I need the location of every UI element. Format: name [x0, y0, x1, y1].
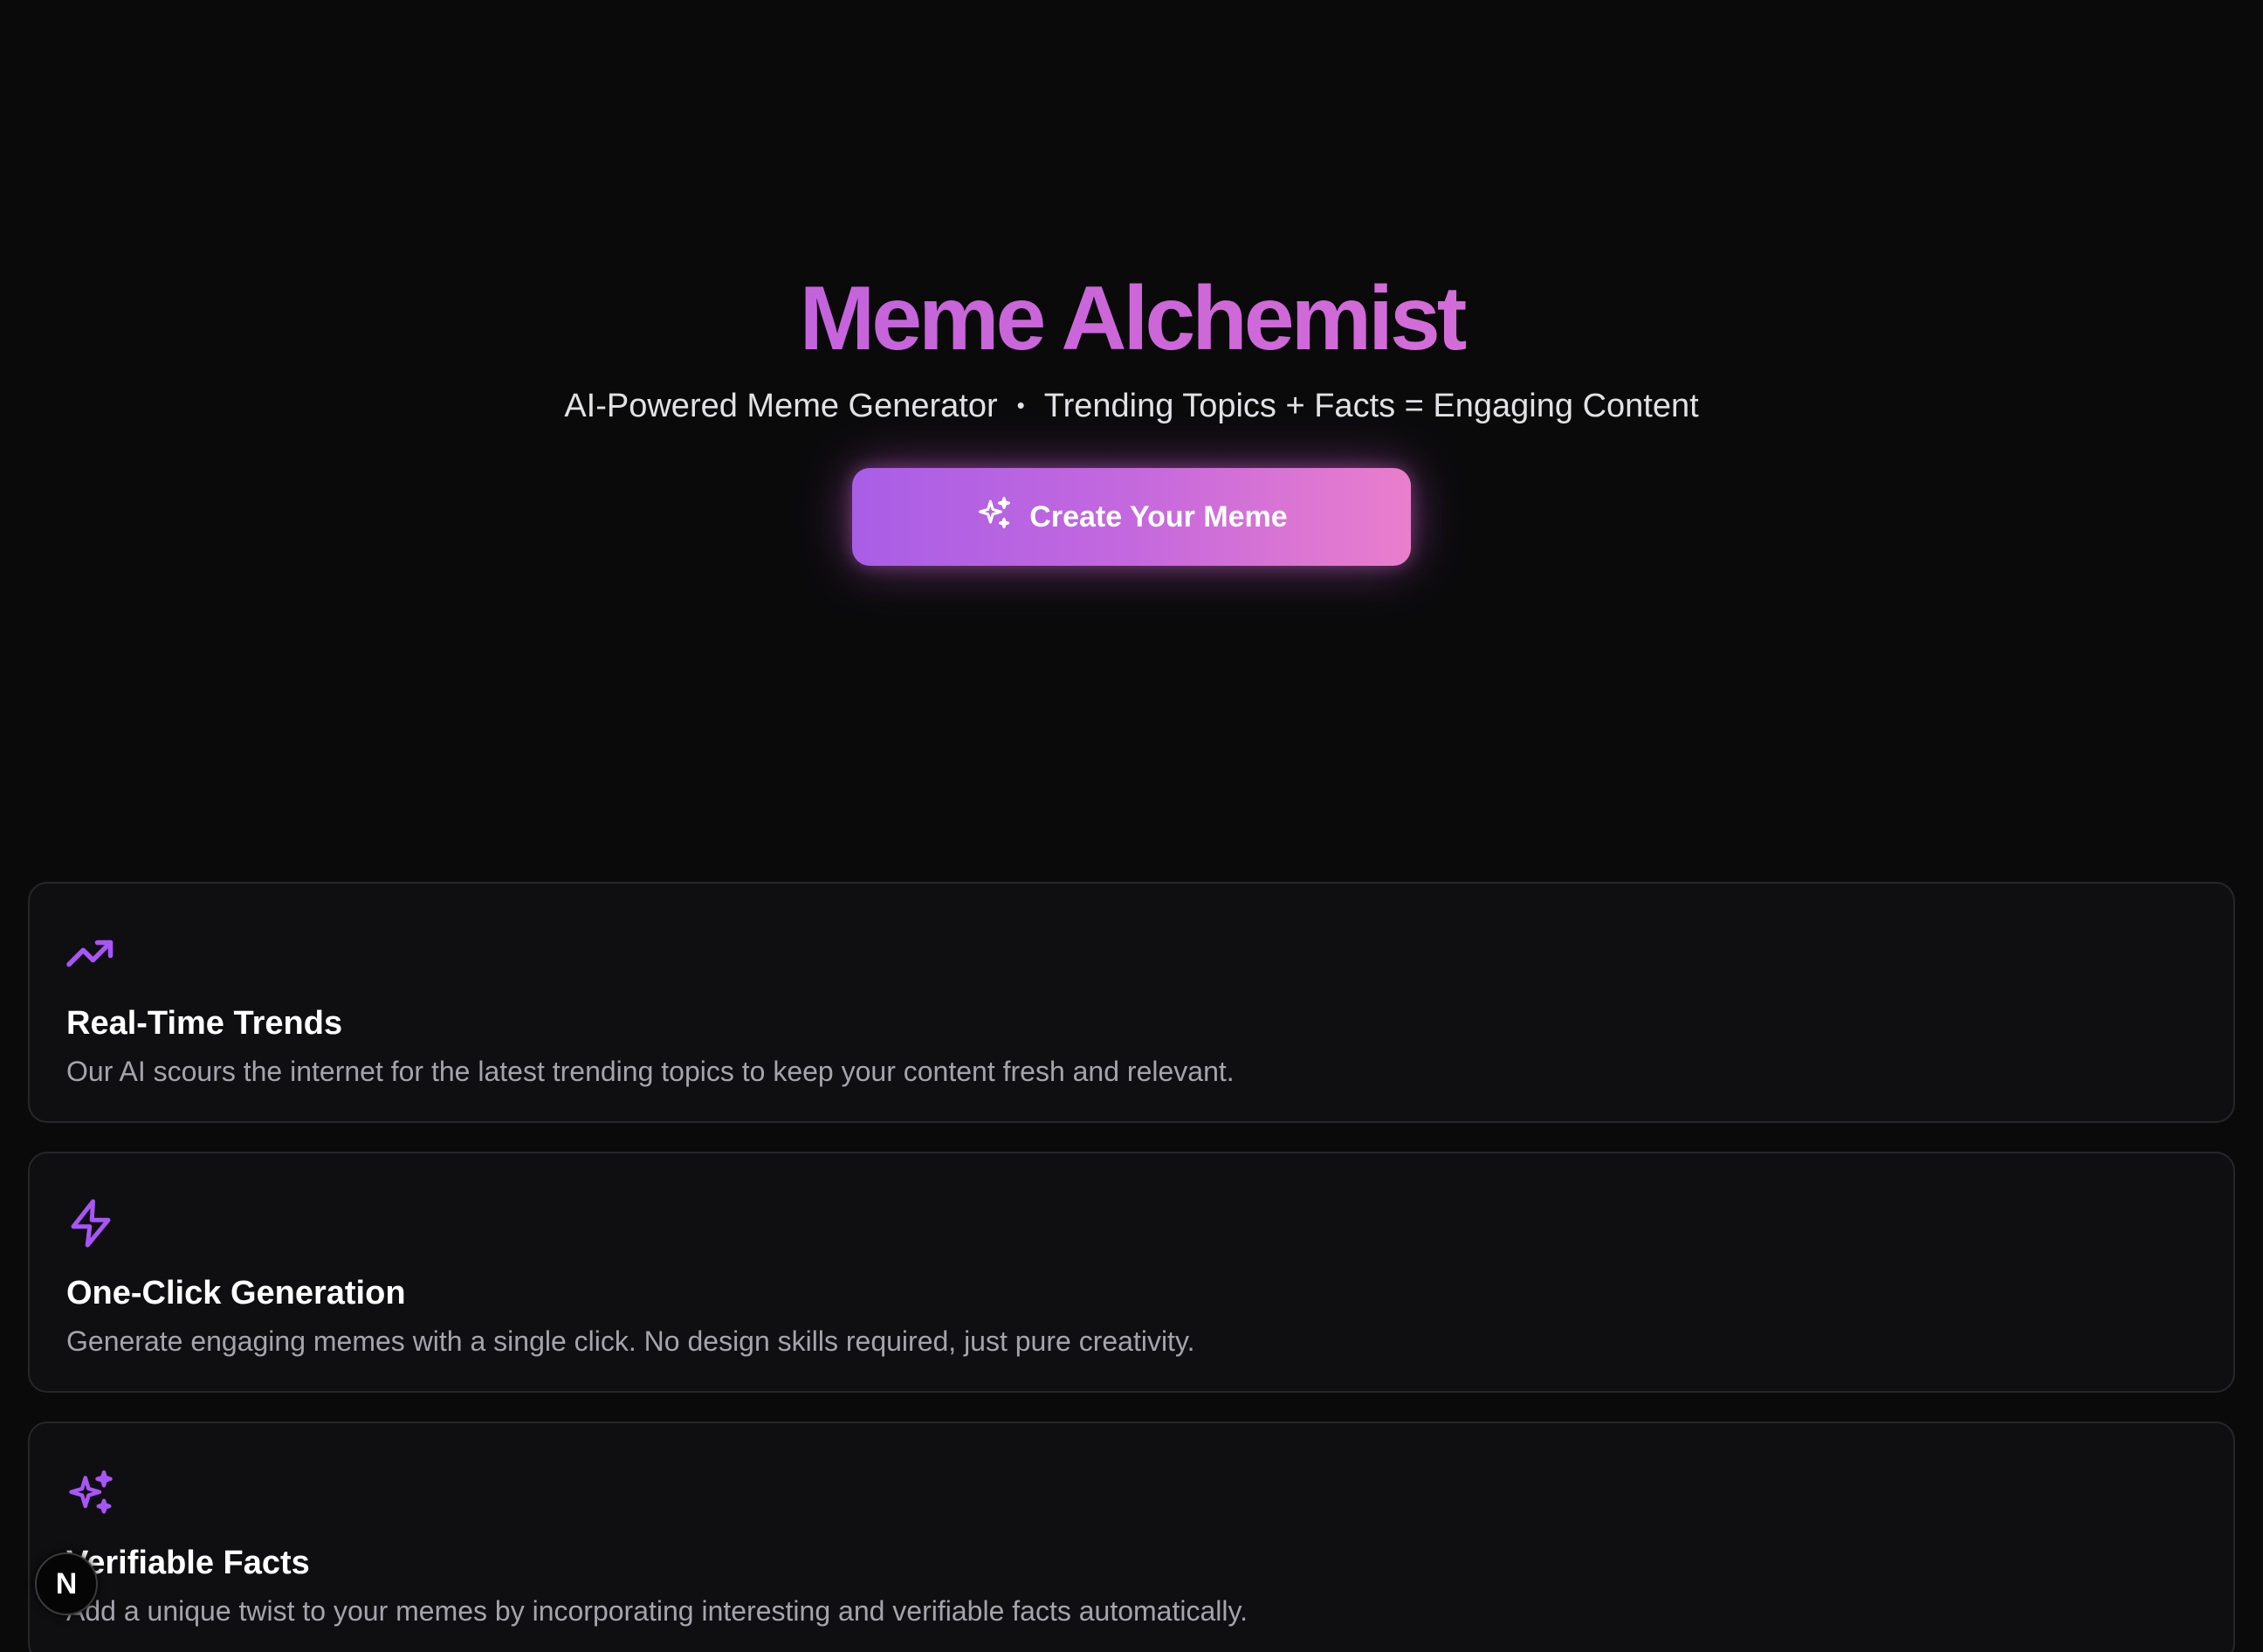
feature-card-real-time-trends: Real-Time Trends Our AI scours the inter… [28, 882, 2235, 1123]
subtitle-separator: • [1016, 392, 1025, 418]
page-title: Meme Alchemist [0, 262, 2263, 375]
trending-up-icon [65, 927, 117, 980]
sparkles-icon [975, 494, 1014, 540]
create-meme-label: Create Your Meme [1029, 499, 1288, 533]
dev-tools-badge[interactable]: N [35, 1552, 98, 1615]
feature-title: One-Click Generation [66, 1275, 406, 1311]
landing-page: Meme Alchemist AI-Powered Meme Generator… [0, 0, 2263, 1652]
hero-subtitle: AI-Powered Meme Generator • Trending Topic… [0, 381, 2263, 430]
feature-title: Real-Time Trends [66, 1005, 343, 1042]
subtitle-left: AI-Powered Meme Generator [564, 388, 998, 424]
feature-description: Generate engaging memes with a single cl… [66, 1325, 1195, 1357]
feature-card-one-click-generation: One-Click Generation Generate engaging m… [28, 1152, 2235, 1393]
feature-card-verifiable-facts: Verifiable Facts Add a unique twist to y… [28, 1421, 2235, 1652]
feature-description: Add a unique twist to your memes by inco… [66, 1595, 1248, 1627]
create-meme-button[interactable]: Create Your Meme [852, 468, 1411, 566]
feature-description: Our AI scours the internet for the lates… [66, 1056, 1235, 1087]
badge-label: N [55, 1566, 78, 1600]
feature-title: Verifiable Facts [66, 1545, 310, 1581]
hero-section: Meme Alchemist AI-Powered Meme Generator… [0, 0, 2263, 873]
sparkles-icon [65, 1467, 117, 1519]
subtitle-right: Trending Topics + Facts = Engaging Conte… [1043, 388, 1699, 424]
lightning-icon [65, 1197, 117, 1249]
